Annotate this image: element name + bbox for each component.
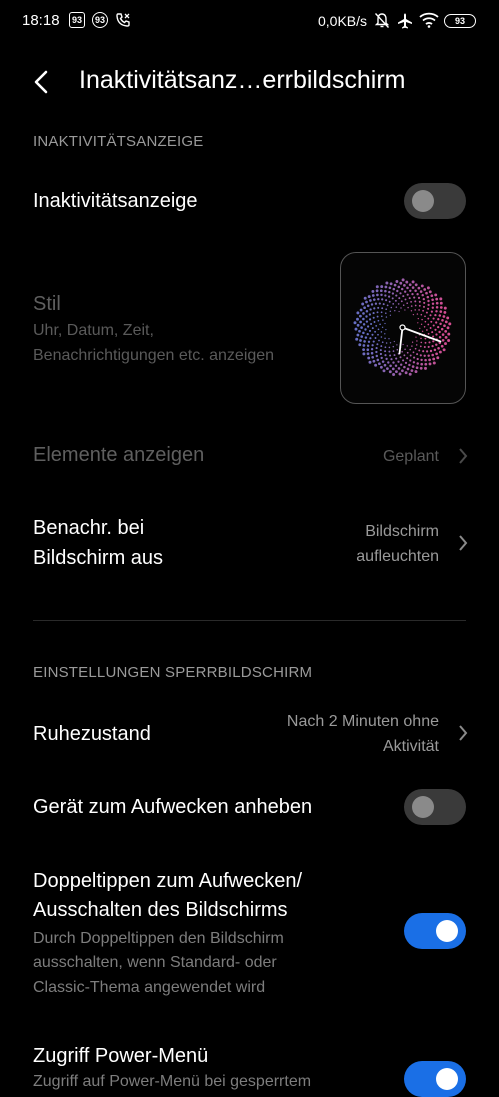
- page-title: Inaktivitätsanz…errbildschirm: [79, 66, 406, 94]
- network-speed: 0,0KB/s: [318, 13, 368, 29]
- notify-label-line1: Benachr. bei: [33, 517, 145, 539]
- back-arrow-icon[interactable]: [30, 68, 54, 96]
- elements-value: Geplant: [382, 448, 439, 465]
- clock-preview-icon: [353, 278, 452, 376]
- raise-toggle[interactable]: [404, 789, 466, 825]
- notify-label-line2: Bildschirm aus: [33, 547, 164, 569]
- doubletap-label-line2: Ausschalten des Bildschirms: [33, 899, 288, 921]
- raise-label: Gerät zum Aufwecken anheben: [33, 796, 313, 818]
- power-menu-label: Zugriff Power-Menü: [33, 1045, 209, 1067]
- battery-icon: 93: [444, 14, 476, 28]
- toggle-knob: [436, 1068, 458, 1090]
- airplane-icon: [398, 13, 412, 29]
- style-description-line2: Benachrichtigungen etc. anzeigen: [33, 347, 275, 364]
- toggle-knob: [412, 190, 434, 212]
- doubletap-desc-line2: ausschalten, wenn Standard- oder: [33, 954, 277, 971]
- section-header-lockscreen: EINSTELLUNGEN SPERRBILDSCHIRM: [33, 664, 313, 681]
- aod-label: Inaktivitätsanzeige: [33, 190, 198, 212]
- power-menu-toggle[interactable]: [404, 1061, 466, 1097]
- elements-label: Elemente anzeigen: [33, 444, 205, 466]
- chevron-right-icon: [459, 448, 468, 464]
- doubletap-label-line1: Doppeltippen zum Aufwecken/: [33, 870, 303, 892]
- section-header-aod: INAKTIVITÄTSANZEIGE: [33, 133, 204, 150]
- notify-value-line1: Bildschirm: [365, 523, 439, 540]
- power-menu-desc: Zugriff auf Power-Menü bei gesperrtem: [33, 1073, 312, 1090]
- style-preview[interactable]: [340, 252, 466, 404]
- sleep-value-line2: Aktivität: [382, 738, 439, 755]
- notification-badge-round-icon: 93: [92, 12, 108, 28]
- bell-muted-icon: [374, 13, 390, 28]
- sleep-value-line1: Nach 2 Minuten ohne: [286, 713, 439, 730]
- doubletap-toggle[interactable]: [404, 913, 466, 949]
- sleep-label: Ruhezustand: [33, 723, 151, 745]
- status-time: 18:18: [22, 12, 60, 29]
- status-bar: 18:18 93 93 0,0KB/s 93: [0, 0, 499, 44]
- toggle-knob: [436, 920, 458, 942]
- style-description-line1: Uhr, Datum, Zeit,: [33, 322, 154, 339]
- phone-call-icon: [116, 13, 130, 27]
- divider: [33, 620, 466, 621]
- doubletap-desc-line3: Classic-Thema angewendet wird: [33, 979, 266, 996]
- notify-value-line2: aufleuchten: [356, 548, 439, 565]
- chevron-right-icon[interactable]: [457, 534, 469, 552]
- toggle-knob: [412, 796, 434, 818]
- chevron-right-icon[interactable]: [457, 724, 469, 742]
- doubletap-desc-line1: Durch Doppeltippen den Bildschirm: [33, 930, 284, 947]
- wifi-icon: [419, 12, 439, 28]
- aod-toggle[interactable]: [404, 183, 466, 219]
- notification-badge-icon: 93: [69, 12, 85, 28]
- style-label: Stil: [33, 293, 61, 315]
